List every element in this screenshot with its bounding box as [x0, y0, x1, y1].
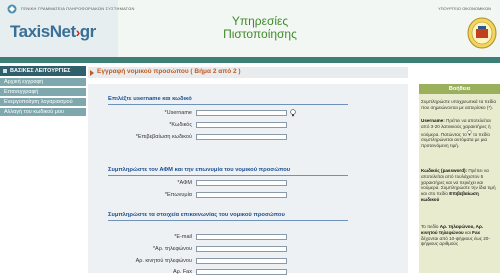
- service-title: Υπηρεσίες Πιστοποίησης: [205, 15, 315, 41]
- help-phone: Το πεδίο Αρ. τηλεφώνου, Αρ. κινητού τηλε…: [421, 224, 498, 247]
- company-name-input[interactable]: [196, 192, 287, 198]
- email-label: *E-mail: [174, 234, 192, 240]
- phone-input[interactable]: [196, 246, 287, 252]
- section-divider: [108, 175, 348, 176]
- sidebar-bullet-icon: [3, 68, 7, 73]
- help-username: Username: Πρέπει να αποτελείται από 3-20…: [421, 118, 498, 149]
- taxisnet-logo[interactable]: TaxisNet›gr: [10, 22, 96, 42]
- company-name-label: *Επωνυμία: [164, 192, 192, 198]
- phone-label: *Αρ. τηλεφώνου: [152, 246, 192, 252]
- section-title-contact: Συμπληρώστε τα στοιχεία επικοινωνίας του…: [108, 212, 285, 218]
- page-title: Εγγραφή νομικού προσώπου ( Βήμα 2 από 2 …: [97, 68, 241, 75]
- help-username-heading: Username:: [421, 118, 445, 123]
- email-input[interactable]: [196, 234, 287, 240]
- fax-input[interactable]: [196, 269, 287, 275]
- fax-label: Αρ. Fax: [172, 269, 192, 275]
- username-label: *Username: [164, 110, 192, 116]
- help-phone-text: Το πεδίο: [421, 224, 440, 229]
- confirm-password-input[interactable]: [196, 134, 287, 140]
- sidebar-item-initial-registration[interactable]: Αρχική εγγραφή: [0, 78, 86, 87]
- help-phone-text-2: δέχονται από 10-ψήφιους έως 20-ψήφιους α…: [421, 235, 490, 247]
- sidebar-item-label: Επανεγγραφή: [4, 89, 39, 95]
- service-title-line2: Πιστοποίησης: [223, 27, 297, 41]
- sidebar-header: ΒΑΣΙΚΕΣ ΛΕΙΤΟΥΡΓΙΕΣ: [0, 66, 86, 76]
- section-title-afm: Συμπληρώστε τον ΑΦΜ και την επωνυμία του…: [108, 167, 291, 173]
- sidebar-item-account-activation[interactable]: Ενεργοποίηση λογαριασμού: [0, 98, 86, 107]
- sidebar-item-label: Αλλαγή του κωδικού μου: [4, 109, 65, 115]
- password-label: *Κωδικός: [169, 122, 192, 128]
- sidebar-header-label: ΒΑΣΙΚΕΣ ΛΕΙΤΟΥΡΓΙΕΣ: [10, 68, 71, 74]
- confirm-password-label: *Επιβεβαίωση κωδικού: [135, 134, 192, 140]
- section-divider: [108, 104, 348, 105]
- sidebar-item-label: Αρχική εγγραφή: [4, 79, 44, 85]
- help-fax-field: Fax: [472, 229, 481, 235]
- ministry-emblem-icon: [7, 4, 17, 14]
- title-arrow-icon: [90, 70, 94, 76]
- ministry-right-caption: ΥΠΟΥΡΓΕΙΟ ΟΙΚΟΝΟΜΙΚΩΝ: [438, 6, 491, 11]
- logo-text: TaxisNet: [10, 22, 76, 41]
- sidebar-item-change-password[interactable]: Αλλαγή του κωδικού μου: [0, 108, 86, 117]
- sidebar-item-label: Ενεργοποίηση λογαριασμού: [4, 99, 73, 105]
- password-input[interactable]: [196, 122, 287, 128]
- ministry-caption: ΓΕΝΙΚΗ ΓΡΑΜΜΑΤΕΙΑ ΠΛΗΡΟΦΟΡΙΑΚΩΝ ΣΥΣΤΗΜΑΤ…: [21, 6, 135, 11]
- logo-suffix: gr: [79, 22, 97, 41]
- mobile-label: Αρ. κινητού τηλεφώνου: [135, 258, 192, 264]
- sidebar: ΒΑΣΙΚΕΣ ΛΕΙΤΟΥΡΓΙΕΣ Αρχική εγγραφή Επανε…: [0, 63, 86, 273]
- afm-label: *ΑΦΜ: [177, 180, 192, 186]
- help-intro: Συμπληρώστε υποχρεωτικά τα πεδία που σημ…: [421, 99, 496, 110]
- help-password: Κωδικός (password): Πρέπει να αποτελείτα…: [421, 168, 498, 203]
- help-title: Βοήθεια: [419, 84, 500, 94]
- username-input[interactable]: [196, 110, 287, 116]
- suggest-username-bulb-icon[interactable]: [290, 109, 296, 117]
- section-title-credentials: Επιλέξτε username και κωδικό: [108, 96, 192, 102]
- help-phone-and: και: [463, 229, 473, 235]
- ministry-seal-icon: [467, 17, 497, 49]
- section-divider: [108, 220, 348, 221]
- afm-input[interactable]: [196, 180, 287, 186]
- sidebar-item-reregistration[interactable]: Επανεγγραφή: [0, 88, 86, 97]
- help-password-heading: Κωδικός (password):: [421, 168, 468, 173]
- mobile-input[interactable]: [196, 258, 287, 264]
